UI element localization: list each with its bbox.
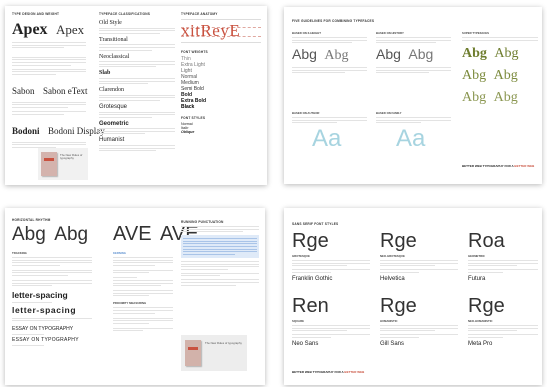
style-oblique: Oblique (181, 130, 195, 134)
section-history: BASED ON HISTORY (376, 31, 404, 35)
prox-heading: PROXIMITY MEASURING (113, 301, 147, 306)
bodoni-sample-b: Bodoni Display (47, 125, 105, 136)
running-punct-heading: RUNNING PUNCTUATION (181, 220, 224, 224)
family-aa: Aa (396, 124, 426, 152)
tracking-heading: TRACKING (12, 251, 27, 255)
cat-humanistic: HUMANISTIC (380, 319, 398, 323)
book-caption: The New Rules of typography (60, 153, 83, 161)
footer-better-web: BETTER WEB TYPOGRAPHY FOR A BETTER WEB (462, 164, 534, 168)
cat-neo-grotesque: NEO-GROTESQUE (380, 254, 405, 258)
essay-b: ESSAY ON TYPOGRAPHY (12, 336, 79, 343)
footer-text-b: BETTER WEB (514, 164, 535, 168)
super-sample-a: Abg (462, 45, 487, 61)
heading-sans-serif: SANS SERIF FONT STYLES (292, 222, 339, 226)
history-sample-a: Abg (376, 46, 401, 63)
class-old-style: Old Style (99, 20, 122, 26)
rhythm-abg-a: Abg (12, 224, 46, 245)
bodoni-sample-a: Bodoni (12, 125, 40, 136)
super-sample-f: Abg (493, 89, 518, 105)
card-combining-typefaces: FIVE GUIDELINES FOR COMBINING TYPEFACES … (284, 7, 542, 184)
heading-guidelines: FIVE GUIDELINES FOR COMBINING TYPEFACES (292, 19, 375, 23)
sabon-sample-a: Sabon (12, 85, 35, 96)
class-humanist: Humanist (99, 137, 125, 144)
super-sample-e: Abg (462, 89, 487, 105)
name-futura: Futura (468, 275, 486, 282)
heading-font-weights: FONT WEIGHTS (181, 50, 208, 54)
xheight-sample-b: Abg (324, 48, 349, 64)
sabon-sample-b: Sabon eText (42, 85, 88, 96)
section-x-height: BASED ON X-HEIGHT (292, 31, 321, 35)
rhythm-ave-a: AVE (113, 223, 152, 245)
essay-a: ESSAY ON TYPOGRAPHY (12, 326, 74, 333)
heading-classifications: TYPEFACE CLASSIFICATIONS (99, 12, 151, 16)
glyph-neo-grotesque: Rge (380, 230, 417, 252)
book-caption-2: The New Rules of typography (205, 341, 242, 345)
super-sample-d: Abg (493, 67, 518, 83)
footer-text-a: BETTER WEB TYPOGRAPHY FOR A (462, 164, 515, 168)
cat-square: SQUARE (292, 319, 304, 323)
footer-2-text-b: BETTER WEB (344, 370, 365, 374)
cat-grotesque: GROTESQUE (292, 254, 310, 258)
footer-better-web-2: BETTER WEB TYPOGRAPHY FOR A BETTER WEB (292, 370, 364, 374)
name-helvetica: Helvetica (380, 275, 405, 282)
class-grotesque: Grotesque (99, 103, 128, 110)
heading-font-styles: FONT STYLES (181, 116, 206, 120)
section-author: BASED ON AUTHOR (292, 111, 320, 115)
apex-sample-a: Apex (12, 21, 48, 38)
section-super-typefaces: SUPER TYPEFACES (462, 31, 490, 35)
class-clarendon: Clarendon (99, 87, 124, 94)
super-sample-c: Abg (462, 67, 487, 83)
book-photo: The New Rules of typography (38, 148, 88, 180)
xheight-sample-a: Abg (292, 46, 317, 63)
history-sample-b: Abg (408, 46, 434, 63)
letter-spacing-a: letter-spacing (12, 290, 68, 301)
card-sans-serif-styles: SANS SERIF FONT STYLES Rge GROTESQUE Fra… (284, 208, 542, 385)
name-meta-pro: Meta Pro (468, 340, 493, 347)
super-sample-b: Abg (494, 45, 519, 61)
book-photo-2: The New Rules of typography (181, 335, 247, 371)
glyph-grotesque: Rge (292, 230, 329, 252)
name-gill-sans: Gill Sans (380, 340, 405, 347)
highlighted-text-block (181, 235, 259, 258)
heading-anatomy: TYPEFACE ANATOMY (181, 12, 218, 16)
class-geometric: Geometric (99, 120, 129, 127)
author-aa: Aa (312, 124, 342, 152)
glyph-geometric: Roa (468, 230, 505, 252)
rhythm-abg-b: Abg (54, 224, 89, 245)
cat-neo-humanistic: NEO-HUMANISTIC (468, 319, 493, 323)
name-franklin-gothic: Franklin Gothic (292, 275, 333, 282)
apex-sample-b: Apex (56, 22, 85, 37)
name-neo-sans: Neo Sans (292, 340, 319, 347)
letter-spacing-b: letter-spacing (12, 304, 77, 315)
glyph-humanistic: Rge (380, 295, 417, 317)
card-type-anatomy-poster: TYPE DESIGN AND WEIGHT Apex Apex Sabon S… (5, 6, 267, 185)
heading-horizontal-rhythm: HORIZONTAL RHYTHM (12, 218, 51, 222)
cat-geometric: GEOMETRIC (468, 254, 485, 258)
card-horizontal-rhythm: HORIZONTAL RHYTHM Abg Abg TRACKING lette… (5, 208, 265, 385)
heading-type-design: TYPE DESIGN AND WEIGHT (12, 12, 60, 16)
footer-2-text-a: BETTER WEB TYPOGRAPHY FOR A (292, 370, 345, 374)
class-neoclassical: Neoclassical (99, 53, 130, 60)
anatomy-word: xitReyE (181, 21, 240, 41)
weight-black: Black (181, 104, 195, 110)
section-family: BASED ON FAMILY (376, 111, 402, 115)
anatomy-word-text: xitReyE (181, 21, 241, 40)
kerning-heading: KERNING (113, 251, 126, 255)
class-slab: Slab (99, 70, 111, 77)
glyph-square: Ren (292, 295, 329, 317)
class-transitional: Transitional (99, 36, 128, 43)
glyph-neo-humanistic: Rge (468, 295, 505, 317)
